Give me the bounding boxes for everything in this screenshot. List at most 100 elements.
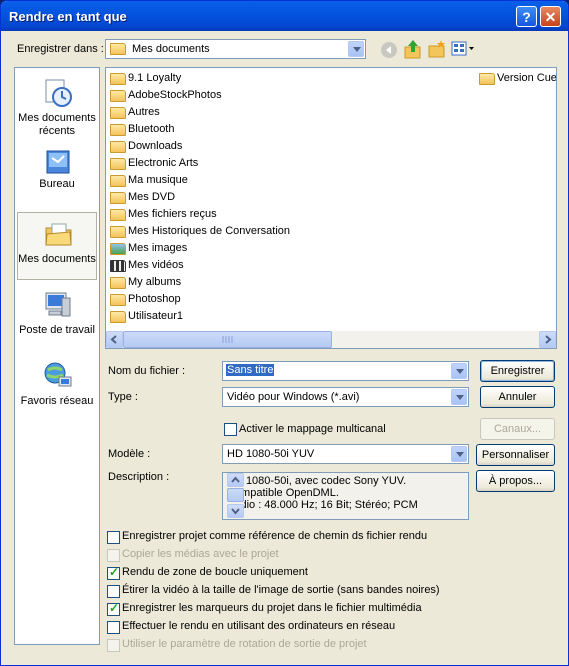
chevron-down-icon[interactable] (451, 446, 467, 462)
folder-icon (110, 43, 126, 55)
recent-documents-icon (45, 79, 72, 107)
folder-icon (110, 73, 126, 85)
filename-input[interactable]: Sans titre (222, 361, 469, 381)
file-name: Electronic Arts (128, 157, 199, 169)
place-my-computer[interactable]: Poste de travail (17, 284, 97, 352)
save-in-value: Mes documents (132, 43, 210, 55)
save-in-dropdown[interactable]: Mes documents (105, 39, 366, 59)
description-label: Description : (108, 471, 170, 483)
chevron-down-icon[interactable] (348, 41, 364, 57)
file-name: Utilisateur1 (128, 310, 184, 322)
description-line: HD 1080-50i, avec codec Sony YUV. (227, 475, 407, 487)
desktop-icon (46, 150, 70, 174)
description-line: Audio : 48.000 Hz; 16 Bit; Stéréo; PCM (227, 499, 418, 511)
option-label: Effectuer le rendu en utilisant des ordi… (122, 620, 396, 632)
my-documents-icon (45, 223, 72, 246)
dialog-title: Rendre en tant que (9, 9, 127, 24)
view-menu-icon[interactable] (451, 41, 475, 57)
back-icon[interactable] (380, 41, 398, 59)
file-name: Mes Historiques de Conversation (128, 225, 291, 237)
multichannel-label: Activer le mappage multicanal (239, 423, 386, 435)
option-checkbox[interactable] (107, 531, 120, 544)
chevron-down-icon[interactable] (451, 363, 467, 379)
scroll-up-button[interactable] (227, 473, 244, 487)
file-name: Ma musique (128, 174, 188, 186)
save-button[interactable]: Enregistrer (480, 360, 555, 382)
cancel-button[interactable]: Annuler (480, 386, 555, 408)
scroll-down-button[interactable] (227, 504, 244, 518)
description-box[interactable]: HD 1080-50i, avec codec Sony YUV. Compat… (222, 472, 469, 520)
scroll-thumb[interactable] (123, 331, 332, 348)
type-label: Type : (108, 391, 138, 403)
place-label: Bureau (39, 178, 75, 190)
option-label: Étirer la vidéo à la taille de l'image d… (122, 584, 440, 596)
music-folder-icon (110, 175, 126, 187)
option-checkbox[interactable] (107, 585, 120, 598)
up-folder-icon[interactable] (404, 39, 422, 59)
pictures-folder-icon (110, 243, 126, 255)
scroll-left-button[interactable] (106, 331, 123, 348)
new-folder-icon[interactable] (428, 40, 446, 58)
places-bar: Mes documents récents Bureau Mes documen… (14, 67, 100, 645)
folder-icon (110, 90, 126, 102)
option-checkbox[interactable] (107, 601, 120, 616)
option-checkbox[interactable] (107, 565, 120, 580)
template-label: Modèle : (108, 448, 151, 460)
chevron-left-icon (110, 335, 117, 344)
file-name: Photoshop (128, 293, 181, 305)
folder-icon (479, 73, 495, 85)
horizontal-scrollbar[interactable] (106, 331, 556, 348)
folder-icon (110, 107, 126, 119)
channels-button[interactable]: Canaux... (480, 418, 555, 440)
customize-button[interactable]: Personnaliser (476, 444, 555, 466)
file-name: Mes fichiers reçus (128, 208, 217, 220)
place-my-documents[interactable]: Mes documents (17, 212, 97, 280)
about-button[interactable]: À propos... (476, 470, 555, 492)
option-label: Enregistrer projet comme référence de ch… (122, 530, 428, 542)
file-name: Autres (128, 106, 160, 118)
place-desktop[interactable]: Bureau (17, 142, 97, 210)
template-dropdown[interactable]: HD 1080-50i YUV (222, 444, 469, 464)
option-checkbox[interactable] (107, 549, 120, 562)
help-button[interactable]: ? (516, 6, 537, 27)
folder-icon (110, 141, 126, 153)
type-value: Vidéo pour Windows (*.avi) (227, 391, 360, 403)
video-folder-icon (110, 260, 126, 272)
grip-icon (222, 336, 233, 343)
title-bar[interactable]: Rendre en tant que ? ✕ (1, 1, 568, 31)
place-label: Poste de travail (19, 324, 95, 336)
chevron-up-icon (231, 476, 240, 483)
scroll-thumb[interactable] (227, 488, 244, 502)
option-checkbox[interactable] (107, 639, 120, 652)
multichannel-checkbox[interactable] (224, 423, 237, 436)
option-checkbox[interactable] (107, 621, 120, 634)
template-value: HD 1080-50i YUV (227, 448, 315, 460)
file-name: 9.1 Loyalty (128, 72, 182, 84)
dialog-body: Enregistrer dans : Mes documents Mes doc… (4, 31, 565, 663)
file-name: Downloads (128, 140, 183, 152)
option-label: Copier les médias avec le projet (122, 548, 279, 560)
file-name: Version Cue (497, 72, 557, 84)
place-recent-documents[interactable]: Mes documents récents (17, 72, 97, 140)
chevron-down-icon[interactable] (451, 389, 467, 405)
close-button[interactable]: ✕ (540, 6, 561, 27)
option-label: Utiliser le paramètre de rotation de sor… (122, 638, 367, 650)
chevron-down-icon (231, 508, 240, 515)
place-network-places[interactable]: Favoris réseau (17, 355, 97, 423)
file-name: Mes DVD (128, 191, 176, 203)
type-dropdown[interactable]: Vidéo pour Windows (*.avi) (222, 387, 469, 407)
description-scrollbar[interactable] (227, 473, 244, 519)
file-name: Bluetooth (128, 123, 175, 135)
chevron-right-icon (545, 335, 552, 344)
scroll-right-button[interactable] (539, 331, 556, 348)
file-name: Mes vidéos (128, 259, 184, 271)
place-label: Favoris réseau (20, 395, 94, 407)
folder-icon (110, 311, 126, 323)
file-name: My albums (128, 276, 182, 288)
render-as-dialog: Rendre en tant que ? ✕ Enregistrer dans … (0, 0, 569, 666)
file-name: Mes images (128, 242, 188, 254)
option-label: Enregistrer les marqueurs du projet dans… (122, 602, 422, 614)
folder-icon (110, 158, 126, 170)
folder-icon (110, 192, 126, 204)
place-label: Mes documents (18, 253, 96, 265)
